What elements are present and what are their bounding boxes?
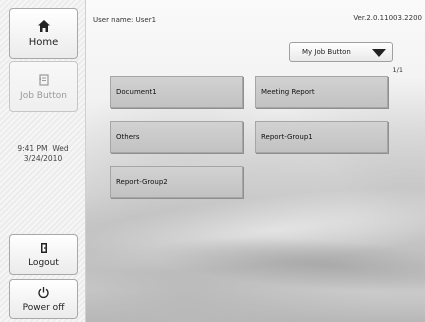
job-button-label: Others (116, 133, 140, 141)
logout-icon (38, 242, 50, 254)
clock-time: 9:41 PM (17, 144, 48, 153)
clock-day: Wed (52, 144, 69, 153)
user-name: User name: User1 (93, 16, 157, 24)
clock: 9:41 PM Wed 3/24/2010 (0, 144, 86, 164)
clock-date: 3/24/2010 (23, 154, 63, 163)
logout-label: Logout (28, 257, 59, 268)
home-label: Home (28, 37, 59, 48)
job-button-label: Job Button (20, 90, 67, 101)
power-off-button[interactable]: Power off (9, 279, 78, 319)
job-button-others[interactable]: Others (110, 121, 243, 153)
power-icon (37, 286, 50, 299)
page-indicator: 1/1 (392, 66, 403, 74)
job-button-label: Meeting Report (261, 88, 315, 96)
chevron-down-icon (372, 49, 386, 57)
sidebar: Home Job Button 9:41 PM Wed 3/24/2010 Lo… (0, 0, 86, 322)
job-button-meeting-report[interactable]: Meeting Report (255, 76, 388, 108)
job-button-dropdown[interactable]: My Job Button (289, 42, 393, 62)
version-label: Ver.2.0.11003.2200 (353, 14, 422, 22)
job-button-report-group2[interactable]: Report-Group2 (110, 166, 243, 198)
job-button-label: Document1 (116, 88, 157, 96)
job-button-report-group1[interactable]: Report-Group1 (255, 121, 388, 153)
job-button-label: Report-Group1 (261, 133, 313, 141)
job-button-icon (37, 73, 51, 87)
power-off-label: Power off (22, 302, 65, 313)
job-button-label: Report-Group2 (116, 178, 168, 186)
home-button[interactable]: Home (9, 8, 78, 59)
dropdown-selected: My Job Button (302, 48, 351, 56)
job-button-document1[interactable]: Document1 (110, 76, 243, 108)
app-window: Home Job Button 9:41 PM Wed 3/24/2010 Lo… (0, 0, 425, 322)
main-panel: User name: User1 Ver.2.0.11003.2200 My J… (86, 0, 425, 322)
logout-button[interactable]: Logout (9, 234, 78, 275)
home-icon (37, 19, 51, 33)
job-button-nav[interactable]: Job Button (9, 61, 78, 112)
